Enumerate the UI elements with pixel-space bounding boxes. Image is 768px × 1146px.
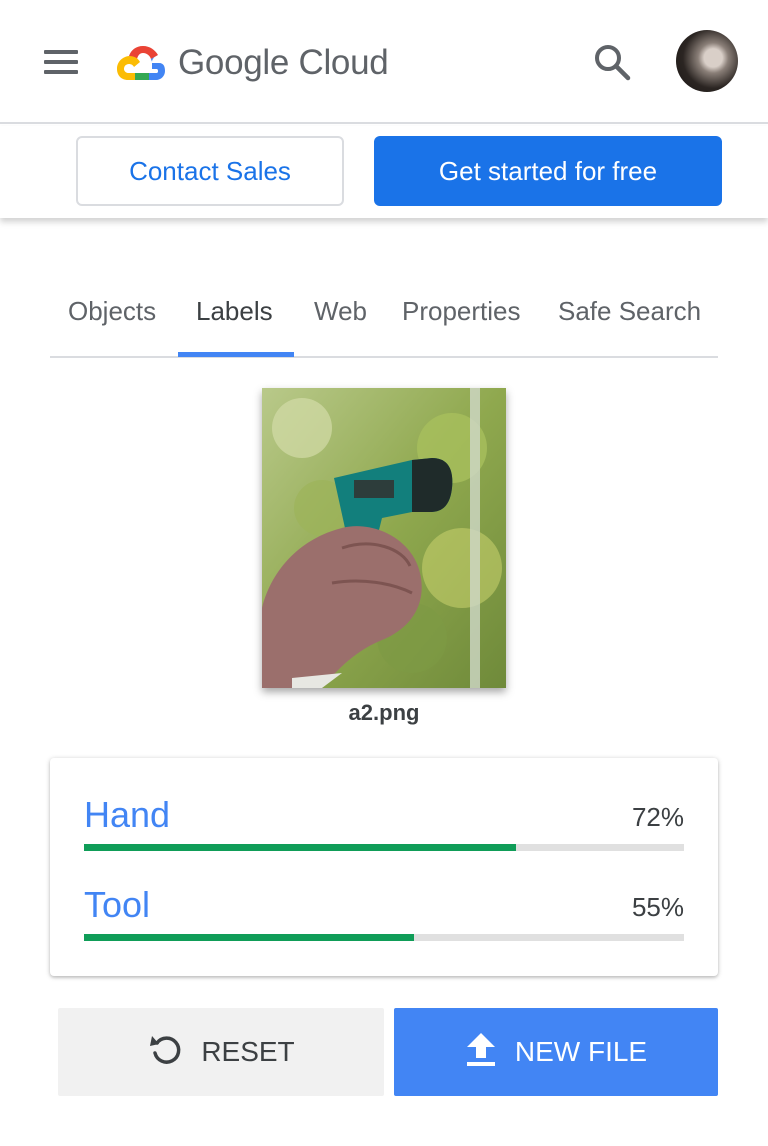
tab-web[interactable]: Web [314, 296, 367, 327]
label-score: 55% [631, 892, 684, 922]
search-icon[interactable] [590, 40, 636, 86]
label-score: 72% [631, 802, 684, 832]
labels-results-card: Hand 72% Tool 55% [50, 758, 718, 976]
tab-properties[interactable]: Properties [402, 296, 521, 327]
confidence-bar-fill [84, 844, 516, 851]
reset-button[interactable]: RESET [58, 1008, 384, 1096]
upload-icon [465, 1031, 497, 1074]
brand-name: Google Cloud [178, 43, 389, 82]
menu-icon[interactable] [36, 42, 86, 82]
contact-sales-button[interactable]: Contact Sales [76, 136, 344, 206]
tab-safe-search[interactable]: Safe Search [558, 296, 701, 327]
google-cloud-logo[interactable]: Google Cloud [116, 38, 389, 88]
image-filename: a2.png [348, 700, 420, 725]
label-row: Hand 72% [84, 794, 684, 864]
results-tabs: Objects Labels Web Properties Safe Searc… [50, 282, 718, 358]
label-row: Tool 55% [84, 884, 684, 954]
label-name: Hand [84, 794, 171, 835]
new-file-label: NEW FILE [514, 1036, 648, 1067]
confidence-bar-track [84, 934, 684, 941]
new-file-button[interactable]: NEW FILE [394, 1008, 718, 1096]
avatar[interactable] [676, 30, 738, 92]
label-name: Tool [84, 884, 151, 925]
cloud-logo-icon [117, 46, 165, 80]
active-tab-indicator [178, 352, 294, 357]
confidence-bar-track [84, 844, 684, 851]
tab-labels[interactable]: Labels [196, 296, 273, 327]
get-started-button[interactable]: Get started for free [374, 136, 722, 206]
confidence-bar-fill [84, 934, 414, 941]
reset-icon [147, 1031, 183, 1074]
uploaded-image-preview [262, 388, 506, 688]
reset-label: RESET [201, 1036, 295, 1067]
cta-bar: Contact Sales Get started for free [0, 126, 768, 218]
tab-objects[interactable]: Objects [68, 296, 156, 327]
top-app-bar: Google Cloud [0, 0, 768, 124]
